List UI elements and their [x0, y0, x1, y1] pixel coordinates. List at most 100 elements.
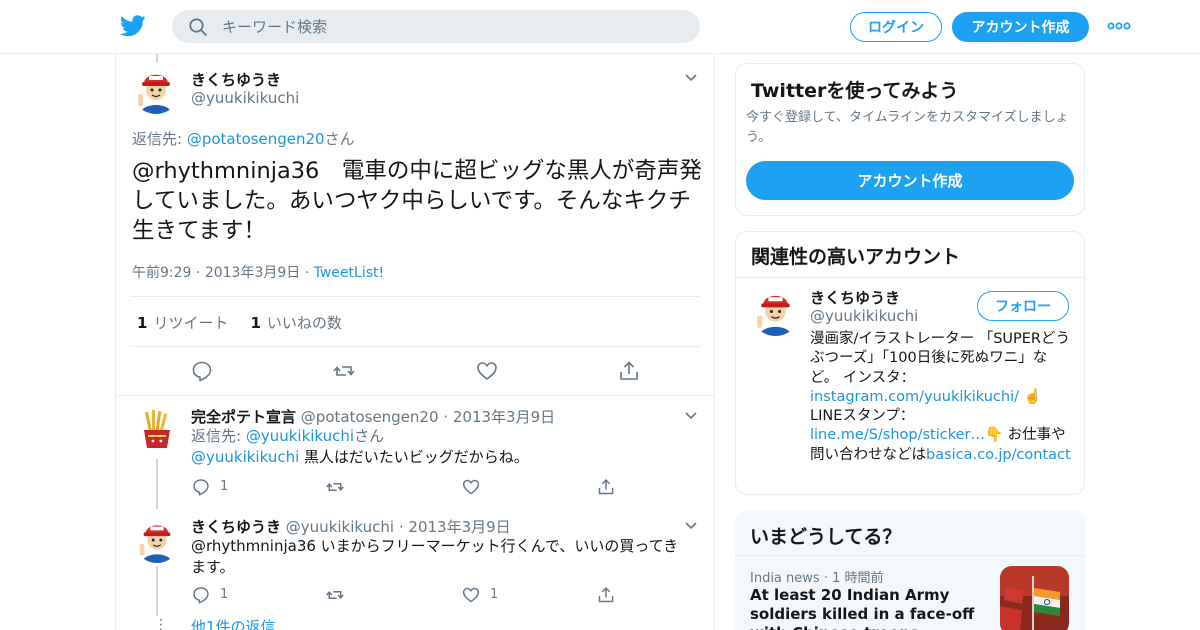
- character-avatar-image: [132, 66, 180, 114]
- account-bio: 漫画家/イラストレーター 「SUPERどうぶつーズ」「100日後に死ぬワニ」など…: [810, 330, 1072, 465]
- retweet-count: 1: [137, 314, 148, 332]
- mention-link[interactable]: @yuukikikuchi: [191, 448, 299, 466]
- reply-suffix: さん: [354, 427, 385, 445]
- mention-link[interactable]: @rhythmninja36: [132, 158, 319, 184]
- ellipsis-dots: ⋮: [154, 617, 168, 630]
- avatar[interactable]: [751, 287, 800, 336]
- trends-card: いまどうしてる？ India news · 1 時間前 At least 20 …: [735, 510, 1085, 630]
- line-sticker-link[interactable]: line.me/S/shop/sticker…: [810, 427, 985, 443]
- author-name[interactable]: きくちゆうき: [191, 69, 281, 90]
- tweet-metadata: 午前9:29 · 2013年3月9日 · TweetList!: [132, 262, 384, 282]
- pointing-down-emoji: 👇: [985, 427, 1004, 444]
- trend-time: 1 時間前: [832, 571, 884, 586]
- signup-card-button[interactable]: アカウント作成: [746, 161, 1074, 200]
- tweet-body: 黒人はだいたいビッグだからね。: [299, 448, 529, 466]
- avatar[interactable]: [134, 517, 180, 563]
- retweet-icon[interactable]: [333, 360, 355, 382]
- dot-separator: ·: [304, 265, 310, 281]
- author-name[interactable]: 完全ポテト宣言: [191, 408, 296, 426]
- contact-link[interactable]: basica.co.jp/contact: [926, 447, 1071, 463]
- search-box[interactable]: [172, 10, 700, 43]
- dot-separator: ·: [443, 408, 449, 426]
- tweet-date[interactable]: 2013年3月9日: [205, 265, 300, 281]
- account-name[interactable]: きくちゆうき: [810, 287, 900, 308]
- dot-separator: ·: [823, 571, 828, 586]
- related-accounts-card: 関連性の高いアカウント きくちゆうき @yuukikikuchi フォロー 漫画…: [735, 231, 1085, 495]
- chevron-down-icon[interactable]: [685, 412, 697, 420]
- divider: [735, 555, 1085, 556]
- reply-icon[interactable]: [192, 586, 210, 604]
- thread-connector-line: [156, 54, 158, 63]
- character-avatar-image: [751, 287, 800, 336]
- reply-count: 1: [220, 479, 229, 494]
- flags-photo-image: [1000, 566, 1069, 630]
- reply-count: 1: [220, 587, 229, 602]
- more-options-icon[interactable]: [1107, 21, 1131, 31]
- author-name[interactable]: きくちゆうき: [191, 518, 281, 536]
- fries-avatar-image: [134, 406, 180, 452]
- avatar[interactable]: [132, 66, 180, 114]
- retweet-icon[interactable]: [326, 478, 344, 496]
- pointing-up-emoji: ☝️: [1019, 388, 1042, 405]
- divider: [116, 395, 714, 396]
- share-icon[interactable]: [597, 478, 615, 496]
- reply-mention-link[interactable]: @yuukikikuchi: [246, 427, 354, 445]
- reply-mention-link[interactable]: @potatosengen20: [187, 130, 325, 148]
- show-more-replies-link[interactable]: 他1件の返信: [191, 617, 276, 630]
- reply-context: 返信先: @potatosengen20さん: [132, 128, 355, 149]
- top-navigation-bar: ログイン アカウント作成: [0, 0, 1200, 54]
- tweet-time[interactable]: 午前9:29: [132, 265, 191, 281]
- reply-context: 返信先: @yuukikikuchiさん: [191, 426, 384, 447]
- trend-thumbnail[interactable]: [1000, 566, 1069, 630]
- twitter-bird-icon[interactable]: [120, 14, 146, 38]
- instagram-link[interactable]: instagram.com/yuukikikuchi/: [810, 389, 1019, 405]
- avatar[interactable]: [134, 406, 180, 452]
- tweet-thread-column: きくちゆうき @yuukikikuchi 返信先: @potatosengen2…: [115, 54, 715, 630]
- like-label: いいねの数: [266, 314, 342, 332]
- retweet-icon[interactable]: [326, 586, 344, 604]
- chevron-down-icon[interactable]: [685, 522, 697, 530]
- author-handle[interactable]: @potatosengen20: [301, 408, 439, 426]
- bio-text: LINEスタンプ：: [810, 408, 915, 425]
- signup-button[interactable]: アカウント作成: [952, 12, 1089, 42]
- like-count: 1: [490, 587, 499, 602]
- card-title: Twitterを使ってみよう: [751, 80, 959, 102]
- reply-prefix: 返信先:: [191, 427, 246, 445]
- divider: [736, 277, 1084, 278]
- divider: [130, 296, 700, 297]
- heart-icon[interactable]: [476, 360, 498, 382]
- chevron-down-icon[interactable]: [685, 74, 697, 82]
- tweet-date[interactable]: 2013年3月9日: [408, 518, 510, 536]
- reply-prefix: 返信先:: [132, 130, 187, 148]
- card-title: いまどうしてる？: [750, 526, 902, 548]
- share-icon[interactable]: [597, 586, 615, 604]
- author-handle[interactable]: @yuukikikuchi: [191, 89, 299, 107]
- tweet-source-link[interactable]: TweetList!: [314, 265, 385, 281]
- follow-button[interactable]: フォロー: [977, 291, 1069, 321]
- divider: [130, 346, 700, 347]
- tweet-stats: 1 リツイート 1 いいねの数: [137, 312, 342, 333]
- trend-category: India news: [750, 571, 820, 586]
- share-icon[interactable]: [618, 360, 640, 382]
- search-icon: [189, 18, 207, 36]
- heart-icon[interactable]: [462, 586, 480, 604]
- dot-separator: ·: [398, 518, 404, 536]
- thread-connector-line: [156, 459, 158, 509]
- card-description: 今すぐ登録して、タイムラインをカスタマイズしましょう。: [746, 110, 1069, 145]
- login-button[interactable]: ログイン: [850, 12, 942, 42]
- heart-icon[interactable]: [462, 478, 480, 496]
- reply-header: 完全ポテト宣言 @potatosengen20 · 2013年3月9日: [191, 406, 555, 427]
- account-handle[interactable]: @yuukikikuchi: [810, 307, 918, 325]
- card-title: 関連性の高いアカウント: [751, 246, 961, 268]
- search-input[interactable]: [222, 10, 682, 43]
- like-stat[interactable]: 1 いいねの数: [250, 314, 341, 332]
- trend-headline[interactable]: At least 20 Indian Army soldiers killed …: [750, 586, 985, 630]
- retweet-stat[interactable]: 1 リツイート: [137, 314, 228, 332]
- author-handle[interactable]: @yuukikikuchi: [286, 518, 394, 536]
- trend-meta: India news · 1 時間前: [750, 567, 884, 586]
- reply-suffix: さん: [324, 130, 355, 148]
- tweet-date[interactable]: 2013年3月9日: [453, 408, 555, 426]
- tweet-text: @rhythmninja36 電車の中に超ビッグな黒人が奇声発していました。あい…: [132, 156, 702, 246]
- reply-icon[interactable]: [192, 478, 210, 496]
- reply-icon[interactable]: [191, 360, 213, 382]
